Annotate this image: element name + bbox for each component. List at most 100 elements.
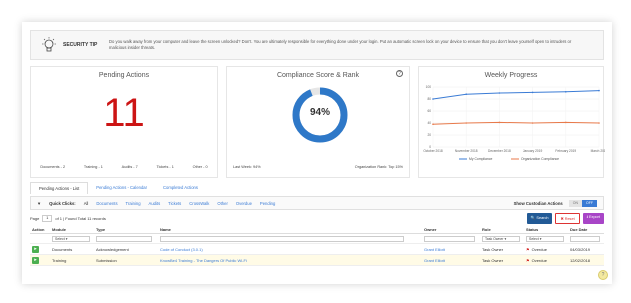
stat-training[interactable]: Training - 1 — [84, 165, 103, 169]
series-point — [432, 98, 434, 100]
pending-actions-panel: Pending Actions 11 Documents - 2 Trainin… — [30, 66, 218, 178]
module-filter[interactable]: Select ▾ — [52, 235, 90, 242]
quick-pending[interactable]: Pending — [260, 201, 275, 206]
legend-label: Organization Compliance — [521, 157, 559, 161]
row-name-link[interactable]: Code of Conduct (3.0.1) — [158, 243, 422, 255]
quick-training[interactable]: Training — [126, 201, 141, 206]
security-tip-title: SECURITY TIP — [63, 42, 98, 48]
row-status: ⚑ Overdue — [524, 254, 568, 266]
pager: Page 1 of 1 | Found Total 11 records — [30, 215, 106, 222]
security-tip-text: Do you walk away from your computer and … — [109, 39, 572, 50]
role-filter[interactable]: Task Owner ▾ — [482, 235, 520, 242]
filter-row: Select ▾ Task Owner ▾ Select ▾ — [30, 233, 604, 244]
series-point — [465, 122, 467, 124]
y-tick-label: 100 — [426, 85, 432, 89]
reset-button[interactable]: ✖ Reset — [555, 213, 580, 224]
row-type: Submission — [94, 254, 158, 266]
open-action-icon[interactable]: ▸ — [32, 245, 39, 253]
stat-tickets[interactable]: Tickets - 1 — [156, 165, 173, 169]
export-button[interactable]: ⭳ Export — [582, 213, 604, 224]
tab-pending-list[interactable]: Pending Actions - List — [30, 182, 89, 194]
x-tick-label: March 2019 — [591, 149, 605, 153]
weekly-progress-chart: 100806040200October 2018 November 2018 Dec… — [423, 85, 607, 161]
page-input[interactable]: 1 — [42, 215, 53, 222]
table-row: ▸ Training Submission KnowBe4 Training -… — [30, 254, 604, 266]
quick-documents[interactable]: Documents — [96, 201, 117, 206]
type-filter[interactable] — [96, 235, 153, 242]
quick-audits[interactable]: Audits — [149, 201, 161, 206]
y-tick-label: 40 — [427, 121, 431, 125]
due-date-filter[interactable] — [570, 235, 601, 242]
action-tabs: Pending Actions - List Pending Actions -… — [30, 182, 206, 194]
help-chat-icon[interactable]: ? — [598, 270, 608, 280]
series-point — [498, 121, 501, 124]
compliance-panel: Compliance Score & Rank ? 94% Last Week:… — [226, 66, 410, 178]
x-tick-label: December 2018 — [488, 149, 511, 153]
owner-filter[interactable] — [424, 235, 475, 242]
col-owner: Owner — [422, 225, 480, 234]
col-type: Type — [94, 225, 158, 234]
legend-label: My Compliance — [469, 157, 492, 161]
series-point — [565, 121, 567, 124]
compliance-score: 94% — [309, 107, 330, 118]
stat-documents[interactable]: Documents - 2 — [40, 165, 65, 169]
row-owner-link[interactable]: Grant Elliott — [422, 254, 480, 266]
flag-icon: ⚑ — [526, 246, 530, 252]
y-tick-label: 20 — [427, 133, 431, 137]
row-module: Training — [50, 254, 94, 266]
y-tick-label: 60 — [427, 109, 431, 113]
series-point — [565, 91, 567, 93]
flag-icon: ⚑ — [526, 257, 530, 263]
col-name: Name — [158, 225, 422, 234]
table-row: ▸ Documents Acknowledgement Code of Cond… — [30, 243, 604, 255]
row-status: ⚑ Overdue — [524, 243, 568, 255]
x-tick-label: November 2018 — [455, 149, 478, 153]
series-point — [498, 92, 501, 94]
quick-tickets[interactable]: Tickets — [168, 201, 181, 206]
toggle-off[interactable]: OFF — [582, 199, 597, 207]
quick-crosswalk[interactable]: CrossWalk — [189, 201, 209, 206]
table-header-row: Action Module Type Name Owner Role Statu… — [30, 225, 604, 234]
y-tick-label: 80 — [427, 97, 431, 101]
quick-overdue[interactable]: Overdue — [236, 201, 252, 206]
stat-audits[interactable]: Audits - 7 — [122, 165, 138, 169]
series-point — [598, 89, 600, 92]
name-filter[interactable] — [160, 235, 405, 242]
col-status: Status — [524, 225, 568, 234]
search-button[interactable]: 🔍 Search — [526, 213, 553, 224]
quick-all[interactable]: All — [84, 201, 89, 206]
status-filter[interactable]: Select ▾ — [526, 235, 564, 242]
col-module: Module — [50, 225, 94, 234]
pending-actions-table: Action Module Type Name Owner Role Statu… — [30, 225, 604, 266]
quick-clicks-label: Quick Clicks: — [49, 200, 76, 206]
tab-pending-calendar[interactable]: Pending Actions - Calendar — [88, 182, 155, 194]
row-name-link[interactable]: KnowBe4 Training - The Dangers Of Public… — [158, 254, 422, 266]
series-point — [465, 93, 467, 95]
weekly-progress-title: Weekly Progress — [484, 72, 538, 79]
show-custodian-label: Show Custodian Actions — [513, 200, 563, 206]
compliance-title: Compliance Score & Rank — [276, 72, 360, 79]
help-icon[interactable]: ? — [396, 70, 403, 77]
quick-clicks-bar: ▼ Quick Clicks: All Documents Training A… — [30, 196, 604, 210]
filter-icon: ▼ — [37, 200, 42, 206]
custodian-toggle[interactable]: ON OFF — [568, 199, 597, 207]
row-due-date: 12/02/2018 — [568, 254, 604, 266]
dashboard-frame: SECURITY TIP Do you walk away from your … — [22, 22, 612, 284]
pending-actions-title: Pending Actions — [98, 72, 150, 79]
page-label: Page — [30, 216, 40, 221]
page-summary: of 1 | Found Total 11 records — [55, 216, 106, 221]
col-due-date: Due Date — [568, 225, 604, 234]
tab-completed[interactable]: Completed Actions — [155, 182, 206, 194]
organization-rank: Organization Rank: Top 15% — [354, 165, 403, 169]
security-tip-banner: SECURITY TIP Do you walk away from your … — [30, 30, 604, 60]
row-owner-link[interactable]: Grant Elliott — [422, 243, 480, 255]
quick-other[interactable]: Other — [217, 201, 227, 206]
stat-other[interactable]: Other - 0 — [193, 165, 208, 169]
row-due-date: 04/03/2019 — [568, 243, 604, 255]
toggle-on[interactable]: ON — [568, 199, 582, 207]
open-action-icon[interactable]: ▸ — [32, 256, 39, 264]
col-action: Action — [30, 225, 50, 234]
pending-actions-count[interactable]: 11 — [31, 91, 217, 136]
weekly-progress-panel: Weekly Progress 100 80 60 40 20 0 October 2018… — [418, 66, 608, 178]
lightbulb-icon — [39, 35, 59, 55]
